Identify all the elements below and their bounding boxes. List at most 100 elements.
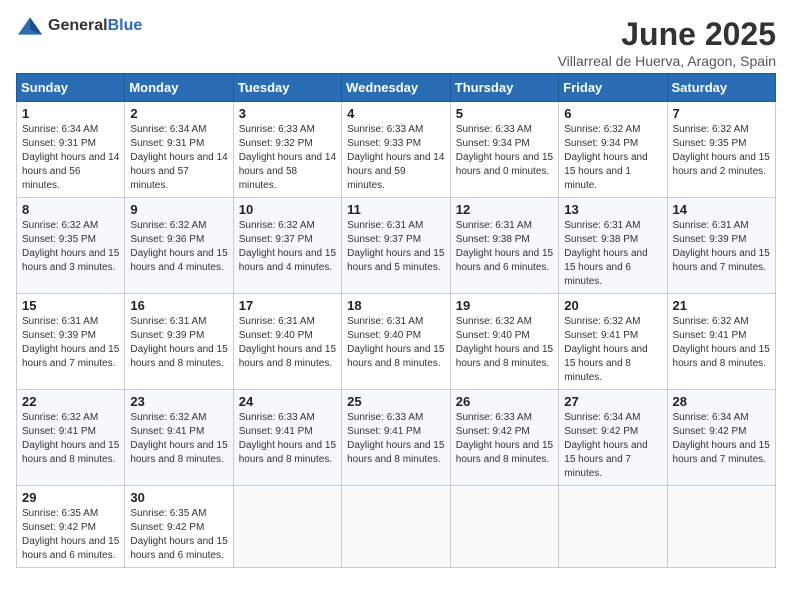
- day-info: Sunrise: 6:35 AM Sunset: 9:42 PM Dayligh…: [130, 507, 227, 563]
- day-number: 27: [564, 394, 661, 409]
- day-number: 14: [673, 202, 770, 217]
- day-info: Sunrise: 6:31 AM Sunset: 9:38 PM Dayligh…: [456, 219, 553, 275]
- calendar-cell: 21 Sunrise: 6:32 AM Sunset: 9:41 PM Dayl…: [667, 294, 775, 390]
- day-number: 18: [347, 298, 445, 313]
- title-block: June 2025 Villarreal de Huerva, Aragon, …: [558, 16, 776, 69]
- header-cell-sunday: Sunday: [17, 74, 125, 102]
- calendar-cell: 27 Sunrise: 6:34 AM Sunset: 9:42 PM Dayl…: [559, 390, 667, 486]
- calendar-cell: 13 Sunrise: 6:31 AM Sunset: 9:38 PM Dayl…: [559, 198, 667, 294]
- header-cell-saturday: Saturday: [667, 74, 775, 102]
- calendar-cell: 11 Sunrise: 6:31 AM Sunset: 9:37 PM Dayl…: [342, 198, 451, 294]
- calendar-cell: 14 Sunrise: 6:31 AM Sunset: 9:39 PM Dayl…: [667, 198, 775, 294]
- day-info: Sunrise: 6:32 AM Sunset: 9:41 PM Dayligh…: [564, 315, 661, 385]
- day-number: 24: [239, 394, 336, 409]
- day-number: 19: [456, 298, 553, 313]
- day-number: 28: [673, 394, 770, 409]
- calendar-cell: 20 Sunrise: 6:32 AM Sunset: 9:41 PM Dayl…: [559, 294, 667, 390]
- calendar-cell: 30 Sunrise: 6:35 AM Sunset: 9:42 PM Dayl…: [125, 486, 233, 568]
- day-number: 3: [239, 106, 336, 121]
- header-cell-thursday: Thursday: [450, 74, 558, 102]
- calendar-cell: 23 Sunrise: 6:32 AM Sunset: 9:41 PM Dayl…: [125, 390, 233, 486]
- day-info: Sunrise: 6:33 AM Sunset: 9:33 PM Dayligh…: [347, 123, 445, 193]
- calendar-cell: [342, 486, 451, 568]
- day-info: Sunrise: 6:32 AM Sunset: 9:35 PM Dayligh…: [22, 219, 119, 275]
- calendar-week-2: 8 Sunrise: 6:32 AM Sunset: 9:35 PM Dayli…: [17, 198, 776, 294]
- calendar-cell: 4 Sunrise: 6:33 AM Sunset: 9:33 PM Dayli…: [342, 102, 451, 198]
- calendar-cell: 2 Sunrise: 6:34 AM Sunset: 9:31 PM Dayli…: [125, 102, 233, 198]
- day-number: 30: [130, 490, 227, 505]
- day-number: 23: [130, 394, 227, 409]
- day-info: Sunrise: 6:32 AM Sunset: 9:41 PM Dayligh…: [673, 315, 770, 371]
- day-number: 8: [22, 202, 119, 217]
- day-info: Sunrise: 6:34 AM Sunset: 9:42 PM Dayligh…: [673, 411, 770, 467]
- calendar-cell: 28 Sunrise: 6:34 AM Sunset: 9:42 PM Dayl…: [667, 390, 775, 486]
- day-info: Sunrise: 6:35 AM Sunset: 9:42 PM Dayligh…: [22, 507, 119, 563]
- calendar-cell: [233, 486, 341, 568]
- calendar-table: SundayMondayTuesdayWednesdayThursdayFrid…: [16, 73, 776, 568]
- calendar-week-3: 15 Sunrise: 6:31 AM Sunset: 9:39 PM Dayl…: [17, 294, 776, 390]
- header-cell-monday: Monday: [125, 74, 233, 102]
- calendar-cell: 3 Sunrise: 6:33 AM Sunset: 9:32 PM Dayli…: [233, 102, 341, 198]
- day-number: 1: [22, 106, 119, 121]
- day-info: Sunrise: 6:32 AM Sunset: 9:35 PM Dayligh…: [673, 123, 770, 179]
- calendar-cell: 22 Sunrise: 6:32 AM Sunset: 9:41 PM Dayl…: [17, 390, 125, 486]
- day-info: Sunrise: 6:34 AM Sunset: 9:31 PM Dayligh…: [22, 123, 119, 193]
- calendar-week-1: 1 Sunrise: 6:34 AM Sunset: 9:31 PM Dayli…: [17, 102, 776, 198]
- day-number: 26: [456, 394, 553, 409]
- calendar-cell: 1 Sunrise: 6:34 AM Sunset: 9:31 PM Dayli…: [17, 102, 125, 198]
- calendar-week-4: 22 Sunrise: 6:32 AM Sunset: 9:41 PM Dayl…: [17, 390, 776, 486]
- page-header: GeneralBlue June 2025 Villarreal de Huer…: [16, 16, 776, 69]
- day-info: Sunrise: 6:33 AM Sunset: 9:42 PM Dayligh…: [456, 411, 553, 467]
- location-title: Villarreal de Huerva, Aragon, Spain: [558, 53, 776, 69]
- day-number: 2: [130, 106, 227, 121]
- day-number: 20: [564, 298, 661, 313]
- day-info: Sunrise: 6:31 AM Sunset: 9:39 PM Dayligh…: [673, 219, 770, 275]
- header-row: SundayMondayTuesdayWednesdayThursdayFrid…: [17, 74, 776, 102]
- day-number: 11: [347, 202, 445, 217]
- day-info: Sunrise: 6:33 AM Sunset: 9:41 PM Dayligh…: [347, 411, 445, 467]
- calendar-cell: 8 Sunrise: 6:32 AM Sunset: 9:35 PM Dayli…: [17, 198, 125, 294]
- day-info: Sunrise: 6:31 AM Sunset: 9:39 PM Dayligh…: [130, 315, 227, 371]
- day-info: Sunrise: 6:31 AM Sunset: 9:37 PM Dayligh…: [347, 219, 445, 275]
- day-number: 29: [22, 490, 119, 505]
- day-info: Sunrise: 6:32 AM Sunset: 9:36 PM Dayligh…: [130, 219, 227, 275]
- calendar-cell: 15 Sunrise: 6:31 AM Sunset: 9:39 PM Dayl…: [17, 294, 125, 390]
- logo-blue: Blue: [108, 17, 143, 34]
- calendar-cell: 19 Sunrise: 6:32 AM Sunset: 9:40 PM Dayl…: [450, 294, 558, 390]
- day-info: Sunrise: 6:31 AM Sunset: 9:39 PM Dayligh…: [22, 315, 119, 371]
- calendar-header: SundayMondayTuesdayWednesdayThursdayFrid…: [17, 74, 776, 102]
- day-number: 6: [564, 106, 661, 121]
- day-info: Sunrise: 6:31 AM Sunset: 9:38 PM Dayligh…: [564, 219, 661, 289]
- logo-icon: [16, 16, 44, 36]
- day-info: Sunrise: 6:32 AM Sunset: 9:34 PM Dayligh…: [564, 123, 661, 193]
- day-info: Sunrise: 6:34 AM Sunset: 9:31 PM Dayligh…: [130, 123, 227, 193]
- day-info: Sunrise: 6:32 AM Sunset: 9:37 PM Dayligh…: [239, 219, 336, 275]
- calendar-cell: 26 Sunrise: 6:33 AM Sunset: 9:42 PM Dayl…: [450, 390, 558, 486]
- calendar-cell: 16 Sunrise: 6:31 AM Sunset: 9:39 PM Dayl…: [125, 294, 233, 390]
- day-number: 21: [673, 298, 770, 313]
- day-number: 15: [22, 298, 119, 313]
- calendar-cell: 5 Sunrise: 6:33 AM Sunset: 9:34 PM Dayli…: [450, 102, 558, 198]
- day-info: Sunrise: 6:33 AM Sunset: 9:41 PM Dayligh…: [239, 411, 336, 467]
- day-number: 7: [673, 106, 770, 121]
- day-info: Sunrise: 6:32 AM Sunset: 9:41 PM Dayligh…: [130, 411, 227, 467]
- calendar-cell: [559, 486, 667, 568]
- day-number: 9: [130, 202, 227, 217]
- day-number: 22: [22, 394, 119, 409]
- month-title: June 2025: [558, 16, 776, 53]
- calendar-cell: 17 Sunrise: 6:31 AM Sunset: 9:40 PM Dayl…: [233, 294, 341, 390]
- day-info: Sunrise: 6:31 AM Sunset: 9:40 PM Dayligh…: [239, 315, 336, 371]
- calendar-cell: 9 Sunrise: 6:32 AM Sunset: 9:36 PM Dayli…: [125, 198, 233, 294]
- header-cell-friday: Friday: [559, 74, 667, 102]
- day-info: Sunrise: 6:32 AM Sunset: 9:41 PM Dayligh…: [22, 411, 119, 467]
- header-cell-tuesday: Tuesday: [233, 74, 341, 102]
- calendar-body: 1 Sunrise: 6:34 AM Sunset: 9:31 PM Dayli…: [17, 102, 776, 568]
- calendar-cell: 25 Sunrise: 6:33 AM Sunset: 9:41 PM Dayl…: [342, 390, 451, 486]
- calendar-cell: [667, 486, 775, 568]
- calendar-cell: 24 Sunrise: 6:33 AM Sunset: 9:41 PM Dayl…: [233, 390, 341, 486]
- header-cell-wednesday: Wednesday: [342, 74, 451, 102]
- logo-general: General: [48, 17, 108, 34]
- day-number: 13: [564, 202, 661, 217]
- day-info: Sunrise: 6:33 AM Sunset: 9:34 PM Dayligh…: [456, 123, 553, 179]
- calendar-cell: 6 Sunrise: 6:32 AM Sunset: 9:34 PM Dayli…: [559, 102, 667, 198]
